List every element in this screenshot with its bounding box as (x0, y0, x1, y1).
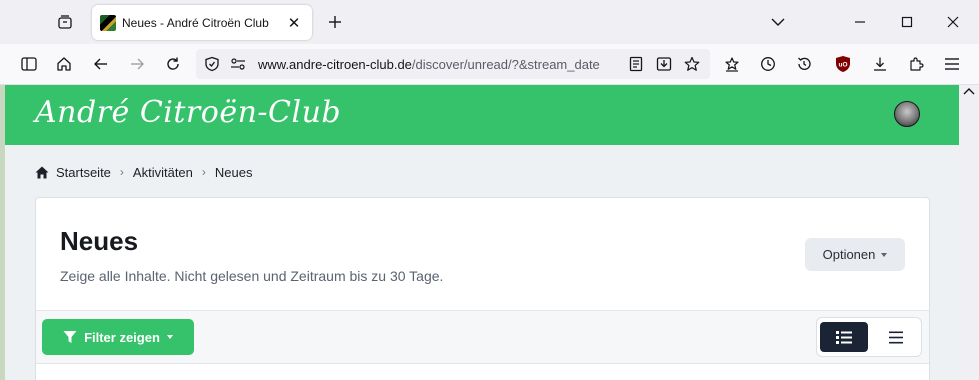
new-tab-icon[interactable] (322, 10, 348, 34)
active-tab[interactable]: Neues - André Citroën Club ✕ (92, 5, 312, 40)
breadcrumb: Startseite › Aktivitäten › Neues (35, 163, 252, 181)
options-button[interactable]: Optionen (805, 238, 905, 271)
breadcrumb-home[interactable]: Startseite (35, 165, 111, 180)
back-icon[interactable] (87, 50, 115, 78)
tab-overflow-chevron-icon[interactable] (763, 8, 793, 36)
list-detail-icon (836, 331, 852, 344)
club-favicon-icon (100, 14, 116, 31)
breadcrumb-home-label: Startseite (56, 164, 111, 180)
view-mode-toggle (816, 317, 922, 357)
breadcrumb-current[interactable]: Neues (215, 165, 253, 180)
maximize-icon[interactable] (892, 8, 922, 36)
url-bar[interactable]: www.andre-citroen-club.de/discover/unrea… (196, 49, 710, 79)
sidebar-toggle-icon[interactable] (15, 50, 43, 78)
close-tab-icon[interactable]: ✕ (284, 13, 304, 33)
app-menu-icon[interactable] (938, 50, 966, 78)
chevron-right-icon: › (119, 165, 124, 179)
url-text[interactable]: www.andre-citroen-club.de/discover/unrea… (258, 57, 620, 72)
filter-bar: Filter zeigen (36, 310, 929, 364)
minimize-icon[interactable] (845, 8, 875, 36)
web-page: André Citroën-Club Startseite › Aktivitä… (5, 85, 959, 380)
user-avatar[interactable] (894, 101, 920, 127)
downloads-icon[interactable] (866, 50, 894, 78)
svg-text:uO: uO (838, 62, 847, 69)
close-window-icon[interactable] (938, 8, 968, 36)
url-path: /discover/unread/?&stream_date (411, 57, 600, 72)
show-filter-button[interactable]: Filter zeigen (42, 319, 194, 355)
breadcrumb-aktivitaeten[interactable]: Aktivitäten (133, 165, 193, 180)
extensions-puzzle-icon[interactable] (902, 50, 930, 78)
tab-list-icon[interactable] (50, 8, 80, 36)
home-icon[interactable] (50, 50, 78, 78)
save-to-pocket-icon[interactable] (654, 54, 674, 74)
filter-funnel-icon (63, 331, 77, 343)
list-lines-icon (889, 331, 903, 343)
site-logo[interactable]: André Citroën-Club (35, 95, 341, 130)
chevron-right-icon: › (201, 165, 206, 179)
url-host: www.andre-citroen-club.de (258, 57, 412, 72)
options-label: Optionen (822, 247, 876, 262)
home-solid-icon (35, 166, 49, 178)
show-filter-label: Filter zeigen (84, 329, 160, 345)
ublock-extension-icon[interactable]: uO (829, 50, 857, 78)
navigation-toolbar: www.andre-citroen-club.de/discover/unrea… (0, 44, 979, 85)
site-header: André Citroën-Club (5, 85, 959, 145)
tab-strip: Neues - André Citroën Club ✕ (0, 0, 979, 44)
page-scrollbar[interactable] (959, 85, 979, 380)
bookmark-star-icon[interactable] (682, 54, 702, 74)
caret-down-icon (166, 335, 173, 339)
tab-title: Neues - André Citroën Club (122, 15, 269, 30)
forward-icon[interactable] (123, 50, 151, 78)
history-clock-icon[interactable] (754, 50, 782, 78)
scroll-up-icon[interactable] (963, 87, 975, 97)
page-subtitle: Zeige alle Inhalte. Nicht gelesen und Ze… (60, 268, 444, 284)
caret-down-icon (881, 252, 888, 257)
condensed-view-button[interactable] (872, 322, 920, 352)
reader-view-icon[interactable] (626, 54, 646, 74)
tracking-shield-icon[interactable] (202, 54, 222, 74)
history-restore-icon[interactable] (790, 50, 818, 78)
reload-icon[interactable] (159, 50, 187, 78)
content-card: Neues Zeige alle Inhalte. Nicht gelesen … (35, 197, 930, 380)
expanded-view-button[interactable] (820, 322, 868, 352)
site-permissions-icon[interactable] (228, 54, 248, 74)
page-title: Neues (60, 226, 139, 256)
bookmarks-menu-icon[interactable] (718, 50, 746, 78)
